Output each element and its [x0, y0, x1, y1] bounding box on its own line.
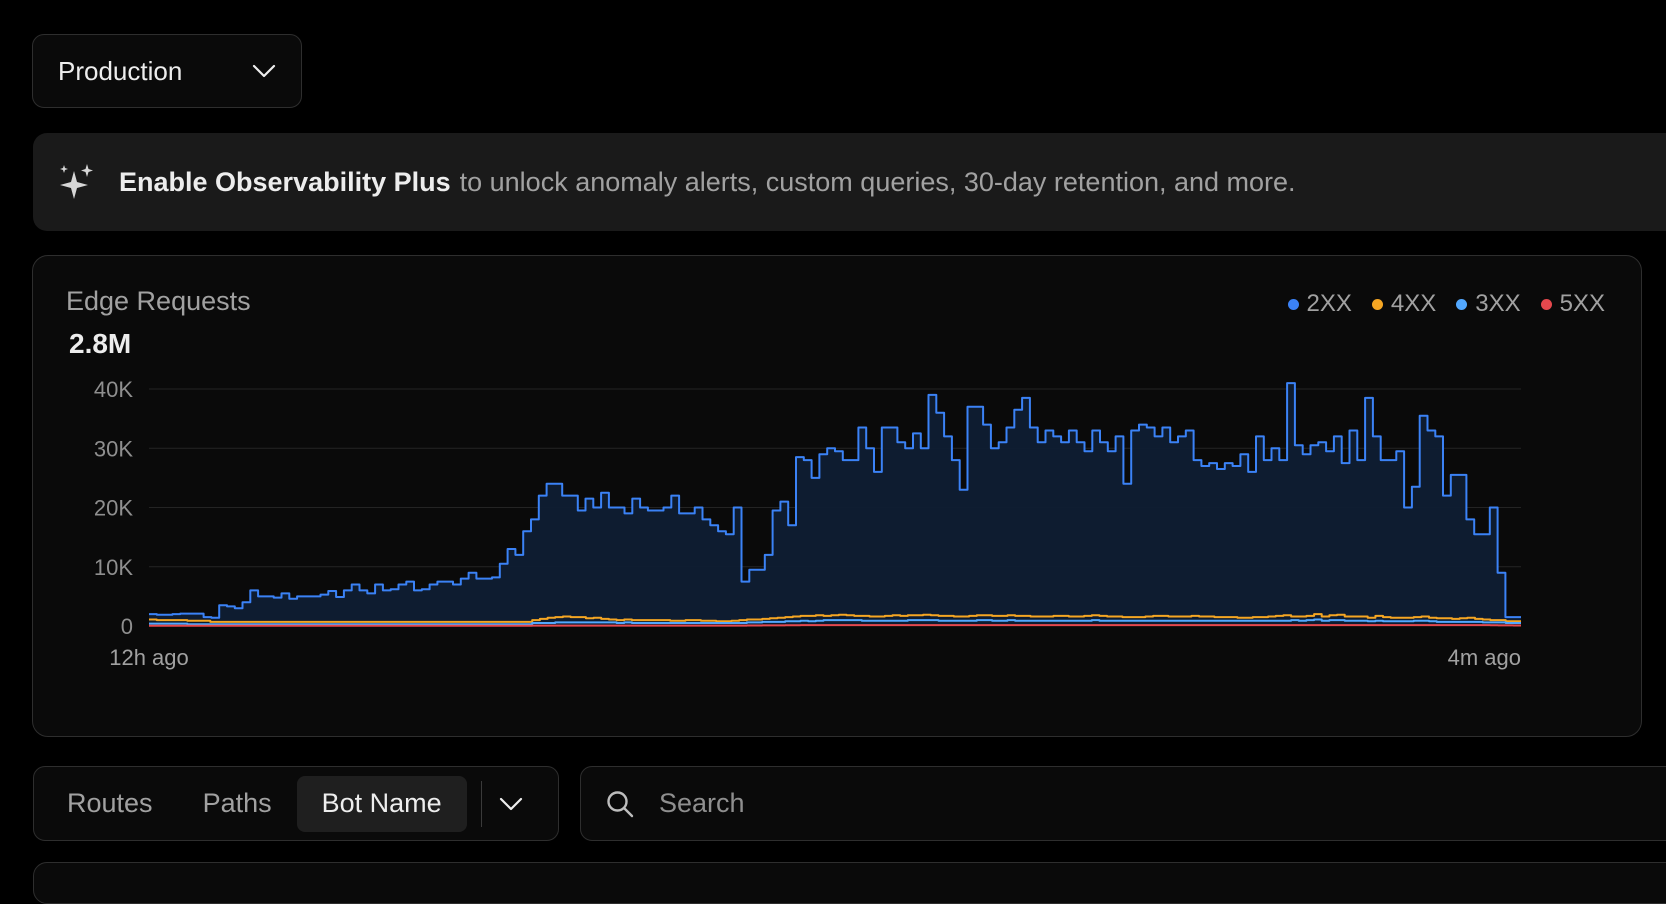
- legend-item-5xx[interactable]: 5XX: [1540, 290, 1605, 318]
- tabs-more-button[interactable]: [482, 776, 540, 832]
- tab-bot-name[interactable]: Bot Name: [296, 775, 467, 832]
- tab-paths[interactable]: Paths: [178, 776, 297, 832]
- chevron-down-icon: [251, 63, 277, 79]
- legend-dot: [1371, 298, 1383, 310]
- chart-title: Edge Requests: [66, 286, 251, 316]
- legend-item-4xx[interactable]: 4XX: [1371, 290, 1437, 318]
- y-tick-label: 10K: [94, 555, 133, 580]
- y-tick-label: 20K: [94, 496, 133, 521]
- banner-text: to unlock anomaly alerts, custom queries…: [459, 166, 1296, 197]
- chart-total: 2.8M: [69, 328, 132, 359]
- x-tick-label: 12h ago: [109, 645, 189, 670]
- legend-label: 2XX: [1306, 290, 1352, 317]
- y-tick-label: 0: [121, 614, 133, 639]
- legend-dot: [1540, 298, 1552, 310]
- breakdown-tabs: Routes Paths Bot Name: [33, 766, 559, 841]
- search-box[interactable]: [580, 766, 1666, 841]
- legend-dot: [1456, 298, 1468, 310]
- y-tick-label: 40K: [94, 377, 133, 402]
- edge-requests-card: 0 10K 20K 30K 40K 12h ago 4m ago Edge Requests…: [32, 255, 1642, 737]
- environment-select[interactable]: Production: [32, 34, 302, 108]
- legend-dot: [1287, 298, 1299, 310]
- edge-requests-chart: 0 10K 20K 30K 40K 12h ago 4m ago: [94, 377, 1521, 670]
- sparkles-icon: [57, 162, 97, 202]
- legend-item-2xx[interactable]: 2XX: [1287, 290, 1352, 318]
- series-5xx-line: [149, 624, 1521, 627]
- legend-label: 3XX: [1475, 290, 1521, 317]
- x-tick-label: 4m ago: [1448, 645, 1521, 670]
- environment-select-value: Production: [58, 55, 183, 86]
- breakdown-table: [33, 862, 1666, 904]
- series-2xx-area: [149, 383, 1521, 626]
- legend-label: 4XX: [1390, 290, 1437, 317]
- y-tick-label: 30K: [94, 436, 133, 461]
- chart-legend: 2XX 4XX 3XX 5XX: [1287, 290, 1605, 318]
- chevron-down-icon: [498, 796, 524, 812]
- tab-routes[interactable]: Routes: [42, 776, 178, 832]
- legend-label: 5XX: [1559, 290, 1605, 317]
- search-input[interactable]: [657, 787, 1561, 820]
- legend-item-3xx[interactable]: 3XX: [1456, 290, 1521, 318]
- search-icon: [605, 789, 635, 819]
- upgrade-banner: Enable Observability Plus to unlock anom…: [33, 133, 1666, 231]
- banner-cta[interactable]: Enable Observability Plus: [119, 167, 451, 198]
